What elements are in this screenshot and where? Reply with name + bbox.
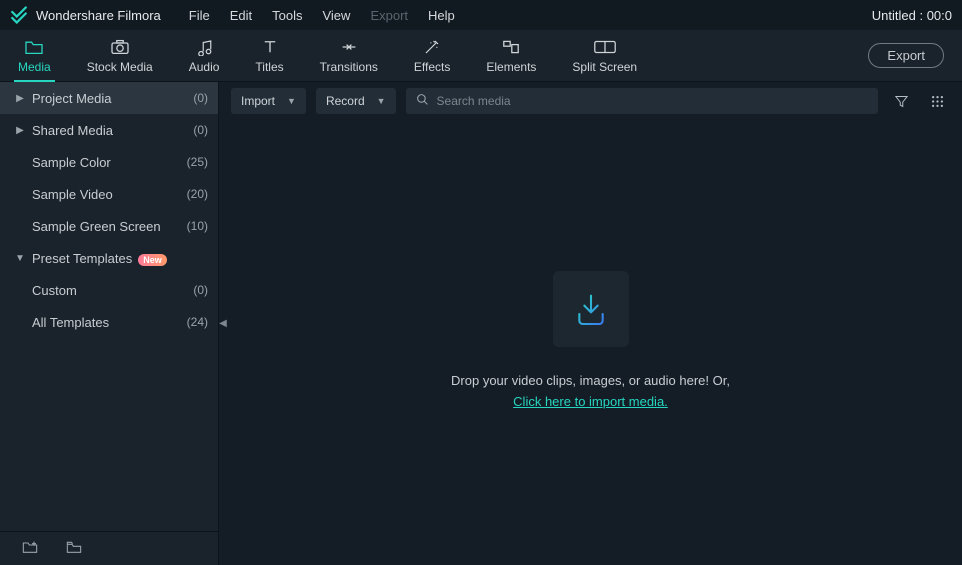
menu-file[interactable]: File	[189, 8, 210, 23]
import-label: Import	[241, 94, 275, 108]
tab-label: Transitions	[320, 60, 378, 74]
sidebar-item-count: (20)	[187, 187, 208, 201]
tab-media[interactable]: Media	[18, 30, 51, 82]
menu-view[interactable]: View	[322, 8, 350, 23]
app-title: Wondershare Filmora	[36, 8, 161, 23]
effects-icon	[423, 38, 441, 56]
sidebar-item-label: Project Media	[32, 91, 193, 106]
export-button[interactable]: Export	[868, 43, 944, 68]
tab-label: Split Screen	[572, 60, 637, 74]
titlebar: Wondershare Filmora File Edit Tools View Exp…	[0, 0, 962, 30]
sidebar-item-shared-media[interactable]: ▶ Shared Media(0)	[0, 114, 218, 146]
sidebar-item-count: (0)	[193, 91, 208, 105]
tab-titles[interactable]: Titles	[255, 30, 283, 82]
drop-text-line1: Drop your video clips, images, or audio …	[451, 373, 730, 388]
new-folder-icon[interactable]	[22, 540, 38, 557]
search-input[interactable]	[437, 94, 868, 108]
sidebar-footer	[0, 531, 218, 565]
expand-arrow-icon: ▶	[14, 93, 26, 104]
main-area: ▶Project Media(0)▶Shared Media(0)Sample …	[0, 82, 962, 565]
sidebar-item-count: (24)	[187, 315, 208, 329]
collapse-sidebar-handle[interactable]: ◀	[218, 307, 228, 341]
sidebar-item-count: (25)	[187, 155, 208, 169]
menu-export: Export	[370, 8, 408, 23]
sidebar-item-count: (0)	[193, 283, 208, 297]
elements-icon	[501, 38, 521, 56]
import-drop-icon	[553, 271, 629, 347]
sidebar-item-label: Sample Video	[32, 187, 187, 202]
sidebar-item-preset-templates[interactable]: ▼ Preset TemplatesNew	[0, 242, 218, 274]
record-dropdown[interactable]: Record ▼	[316, 88, 396, 114]
expand-arrow-icon: ▶	[14, 125, 26, 136]
music-icon	[195, 38, 213, 56]
sidebar-item-count: (0)	[193, 123, 208, 137]
tab-split-screen[interactable]: Split Screen	[572, 30, 637, 82]
sidebar-item-label: Shared Media	[32, 123, 193, 138]
record-label: Record	[326, 94, 365, 108]
tab-label: Audio	[189, 60, 220, 74]
menu-help[interactable]: Help	[428, 8, 455, 23]
sidebar-item-label: Custom	[32, 283, 193, 298]
tab-elements[interactable]: Elements	[486, 30, 536, 82]
new-badge: New	[138, 254, 167, 266]
camera-icon	[110, 38, 130, 56]
search-icon	[416, 93, 429, 109]
sidebar-item-label: Sample Green Screen	[32, 219, 187, 234]
sidebar-item-all-templates[interactable]: All Templates(24)	[0, 306, 218, 338]
content-toolbar: Import ▼ Record ▼	[219, 84, 962, 118]
chevron-down-icon: ▼	[377, 96, 386, 106]
main-toolbar: Media Stock Media Audio Titles Transitions Ef…	[0, 30, 962, 82]
tab-audio[interactable]: Audio	[189, 30, 220, 82]
expand-arrow-icon: ▼	[14, 253, 26, 264]
drop-text: Drop your video clips, images, or audio …	[451, 371, 730, 413]
chevron-down-icon: ▼	[287, 96, 296, 106]
tab-label: Titles	[255, 60, 283, 74]
tab-stock-media[interactable]: Stock Media	[87, 30, 153, 82]
app-logo-icon	[10, 6, 28, 24]
menu-edit[interactable]: Edit	[230, 8, 252, 23]
sidebar-item-label: All Templates	[32, 315, 187, 330]
drop-area[interactable]: Drop your video clips, images, or audio …	[219, 118, 962, 565]
sidebar-item-count: (10)	[187, 219, 208, 233]
tab-label: Stock Media	[87, 60, 153, 74]
import-media-link[interactable]: Click here to import media.	[513, 394, 668, 409]
open-folder-icon[interactable]	[66, 540, 82, 557]
sidebar-item-project-media[interactable]: ▶ Project Media(0)	[0, 82, 218, 114]
sidebar: ▶Project Media(0)▶Shared Media(0)Sample …	[0, 82, 219, 565]
tab-label: Elements	[486, 60, 536, 74]
sidebar-item-sample-color[interactable]: Sample Color(25)	[0, 146, 218, 178]
sidebar-item-label: Preset TemplatesNew	[32, 251, 208, 266]
import-dropdown[interactable]: Import ▼	[231, 88, 306, 114]
project-title: Untitled : 00:0	[872, 8, 952, 23]
content-panel: ◀ Import ▼ Record ▼	[219, 82, 962, 565]
tab-transitions[interactable]: Transitions	[320, 30, 378, 82]
sidebar-item-sample-green-screen[interactable]: Sample Green Screen(10)	[0, 210, 218, 242]
search-wrap	[406, 88, 878, 114]
menu-bar: File Edit Tools View Export Help	[189, 8, 455, 23]
sidebar-item-label: Sample Color	[32, 155, 187, 170]
export-button-label: Export	[887, 48, 925, 63]
sidebar-item-custom[interactable]: Custom(0)	[0, 274, 218, 306]
sidebar-item-sample-video[interactable]: Sample Video(20)	[0, 178, 218, 210]
split-icon	[594, 38, 616, 56]
filter-icon[interactable]	[888, 88, 914, 114]
transitions-icon	[339, 38, 359, 56]
tab-label: Effects	[414, 60, 450, 74]
menu-tools[interactable]: Tools	[272, 8, 302, 23]
tab-effects[interactable]: Effects	[414, 30, 450, 82]
folder-icon	[24, 38, 44, 56]
tab-label: Media	[18, 60, 51, 74]
sidebar-list: ▶Project Media(0)▶Shared Media(0)Sample …	[0, 82, 218, 531]
grid-view-icon[interactable]	[924, 88, 950, 114]
text-icon	[261, 38, 279, 56]
